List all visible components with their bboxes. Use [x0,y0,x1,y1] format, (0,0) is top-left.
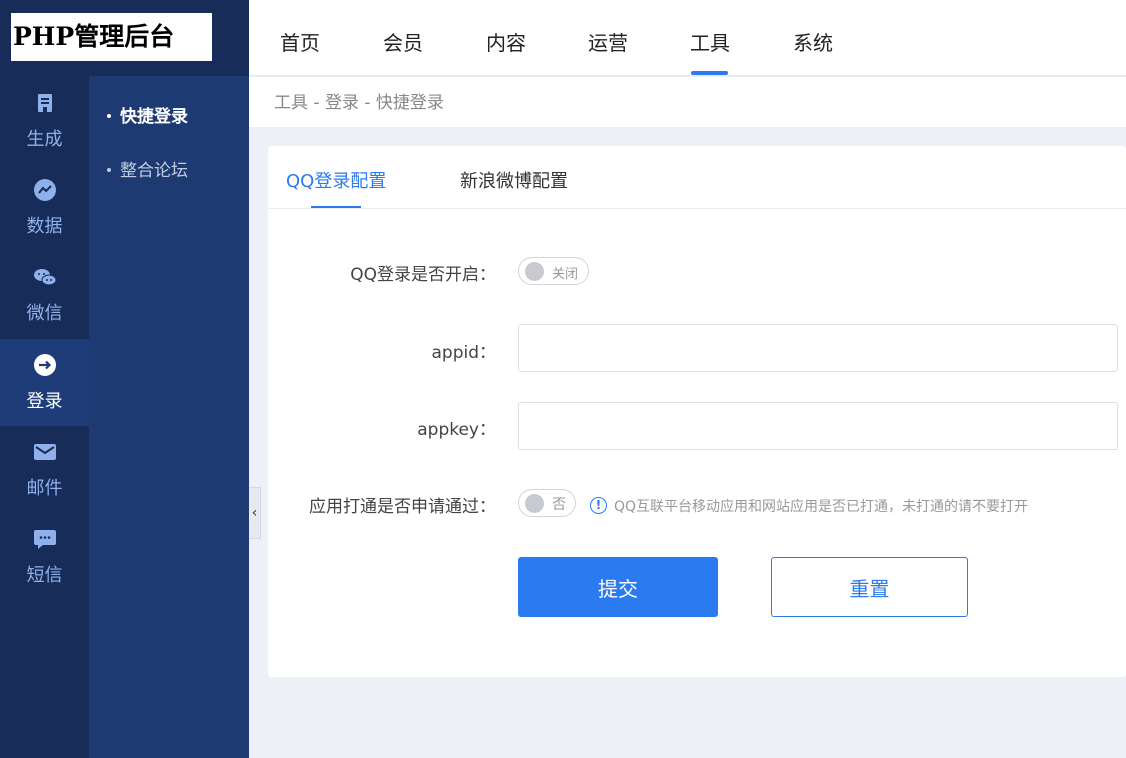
topnav-item-tools[interactable]: 工具 [690,27,730,56]
toggle-knob [525,494,544,513]
topnav-item-system[interactable]: 系统 [793,27,833,56]
tab-weibo-login[interactable]: 新浪微博配置 [460,167,568,193]
rail-item-data[interactable]: 数据 [0,164,89,251]
subnav-item-label: 整合论坛 [120,161,188,181]
appkey-input[interactable] [518,402,1118,450]
wechat-icon [33,269,56,286]
rail-item-label: 邮件 [26,478,63,499]
config-tabs: QQ登录配置 新浪微博配置 [268,146,1126,209]
building-icon [37,94,52,112]
breadcrumb: 工具 - 登录 - 快捷登录 [249,77,1126,127]
submit-button[interactable]: 提交 [518,557,718,617]
info-icon: ! [590,497,607,514]
appkey-label: appkey： [417,420,496,440]
app-connect-toggle[interactable]: 否 [518,489,576,517]
rail-item-label: 登录 [26,391,63,412]
icon-rail: 生成 数据 微信 登录 邮件 短信 [0,0,89,758]
tab-qq-login[interactable]: QQ登录配置 [286,167,386,193]
sub-nav: 快捷登录 整合论坛 [89,0,249,758]
rail-item-generate[interactable]: 生成 [0,77,89,164]
subnav-item-quick-login[interactable]: 快捷登录 [107,102,188,127]
chart-icon [33,179,56,201]
rail-item-label: 微信 [26,303,63,324]
arrow-right-icon [33,354,56,376]
topnav-item-operations[interactable]: 运营 [588,27,628,56]
appid-input[interactable] [518,324,1118,372]
rail-item-label: 数据 [26,216,63,237]
app-connect-label: 应用打通是否申请通过： [309,497,496,517]
config-card: QQ登录配置 新浪微博配置 QQ登录是否开启： 关闭 appid： appkey… [268,146,1126,677]
rail-item-sms[interactable]: 短信 [0,513,89,600]
rail-item-label: 短信 [26,565,63,586]
subnav-item-label: 快捷登录 [120,107,188,127]
top-nav: 首页 会员 内容 运营 工具 系统 [249,0,1126,76]
rail-item-wechat[interactable]: 微信 [0,251,89,338]
appid-label: appid： [431,343,496,363]
app-connect-hint: QQ互联平台移动应用和网站应用是否已打通，未打通的请不要打开 [614,499,1029,515]
qq-login-toggle[interactable]: 关闭 [518,257,589,285]
subnav-item-forum[interactable]: 整合论坛 [107,156,188,181]
topnav-item-members[interactable]: 会员 [383,27,423,56]
toggle-state-text: 否 [552,497,566,513]
rail-item-login[interactable]: 登录 [0,339,89,426]
qq-login-enable-label: QQ登录是否开启： [350,265,496,285]
topnav-item-home[interactable]: 首页 [280,27,320,56]
topnav-item-content[interactable]: 内容 [486,27,526,56]
topnav-active-indicator [691,71,728,75]
message-icon [33,530,56,549]
tab-active-indicator [311,206,361,208]
toggle-state-text: 关闭 [552,267,579,282]
rail-item-label: 生成 [26,129,63,150]
toggle-knob [525,262,544,281]
app-logo: PHP管理后台 [11,13,212,61]
mail-icon [33,444,56,460]
rail-item-mail[interactable]: 邮件 [0,426,89,513]
reset-button[interactable]: 重置 [771,557,968,617]
